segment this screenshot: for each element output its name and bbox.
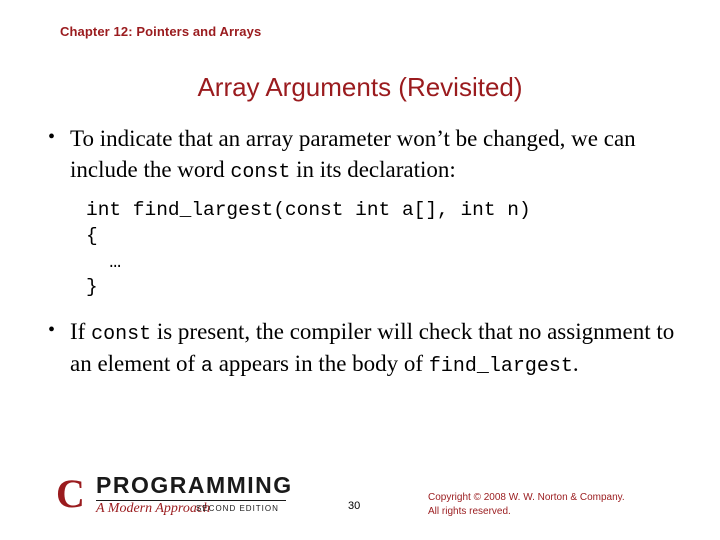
logo-edition-text: SECOND EDITION bbox=[196, 504, 279, 513]
logo-c-letter: C bbox=[56, 471, 85, 516]
bullet-2-part4: . bbox=[572, 350, 579, 376]
code-sample: int find_largest(const int a[], int n) {… bbox=[86, 199, 531, 299]
copyright-notice: Copyright © 2008 W. W. Norton & Company.… bbox=[428, 491, 678, 518]
bullet-text-2: If const is present, the compiler will c… bbox=[70, 317, 678, 380]
bullet-1-part2: in its declaration: bbox=[290, 156, 456, 182]
slide: Chapter 12: Pointers and Arrays Array Ar… bbox=[0, 0, 720, 540]
bullet-2-part1: If bbox=[70, 319, 92, 345]
bullet-2-code-const: const bbox=[91, 323, 152, 347]
book-logo: C PROGRAMMING A Modern Approach SECOND E… bbox=[56, 471, 291, 518]
bullet-marker: • bbox=[48, 126, 56, 148]
bullet-marker: • bbox=[48, 319, 56, 342]
page-number: 30 bbox=[348, 500, 361, 512]
chapter-header: Chapter 12: Pointers and Arrays bbox=[60, 24, 262, 39]
slide-body: • To indicate that an array parameter wo… bbox=[48, 124, 678, 380]
bullet-2-part3: appears in the body of bbox=[212, 350, 429, 376]
copyright-line-2: All rights reserved. bbox=[428, 505, 511, 517]
bullet-item-1: • To indicate that an array parameter wo… bbox=[48, 124, 678, 186]
bullet-item-2: • If const is present, the compiler will… bbox=[48, 317, 678, 380]
logo-programming-text: PROGRAMMING bbox=[96, 472, 293, 498]
logo-subtitle-text: A Modern Approach bbox=[96, 501, 211, 516]
copyright-line-1: Copyright © 2008 W. W. Norton & Company. bbox=[428, 492, 625, 503]
page-title: Array Arguments (Revisited) bbox=[197, 72, 523, 102]
bullet-text-1: To indicate that an array parameter won’… bbox=[70, 124, 678, 186]
bullet-2-code-a: a bbox=[200, 354, 213, 378]
bullet-2-code-find-largest: find_largest bbox=[428, 354, 573, 378]
bullet-1-code-const: const bbox=[230, 160, 291, 184]
